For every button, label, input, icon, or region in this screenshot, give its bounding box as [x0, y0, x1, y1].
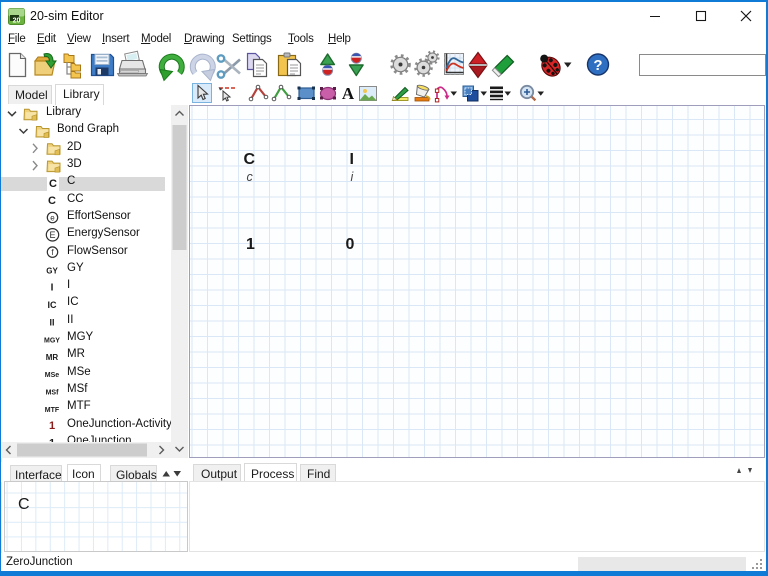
svg-text:E: E	[49, 230, 55, 240]
svg-text:e: e	[50, 214, 55, 223]
svg-text:MR: MR	[46, 353, 59, 362]
svg-text:1: 1	[49, 420, 55, 432]
svg-text:MSe: MSe	[45, 372, 60, 379]
svg-text:MGY: MGY	[44, 338, 60, 345]
svg-text:20: 20	[13, 18, 21, 25]
svg-text:C: C	[49, 178, 57, 190]
svg-text:I: I	[51, 283, 54, 294]
svg-text:GY: GY	[46, 266, 58, 275]
svg-text:MSf: MSf	[46, 390, 60, 397]
svg-text:A: A	[342, 84, 355, 103]
svg-text:?: ?	[593, 57, 602, 74]
svg-text:MTF: MTF	[45, 407, 60, 414]
svg-text:II: II	[49, 317, 54, 327]
svg-text:IC: IC	[48, 300, 58, 310]
svg-text:f: f	[51, 248, 54, 257]
svg-text:C: C	[48, 195, 56, 207]
